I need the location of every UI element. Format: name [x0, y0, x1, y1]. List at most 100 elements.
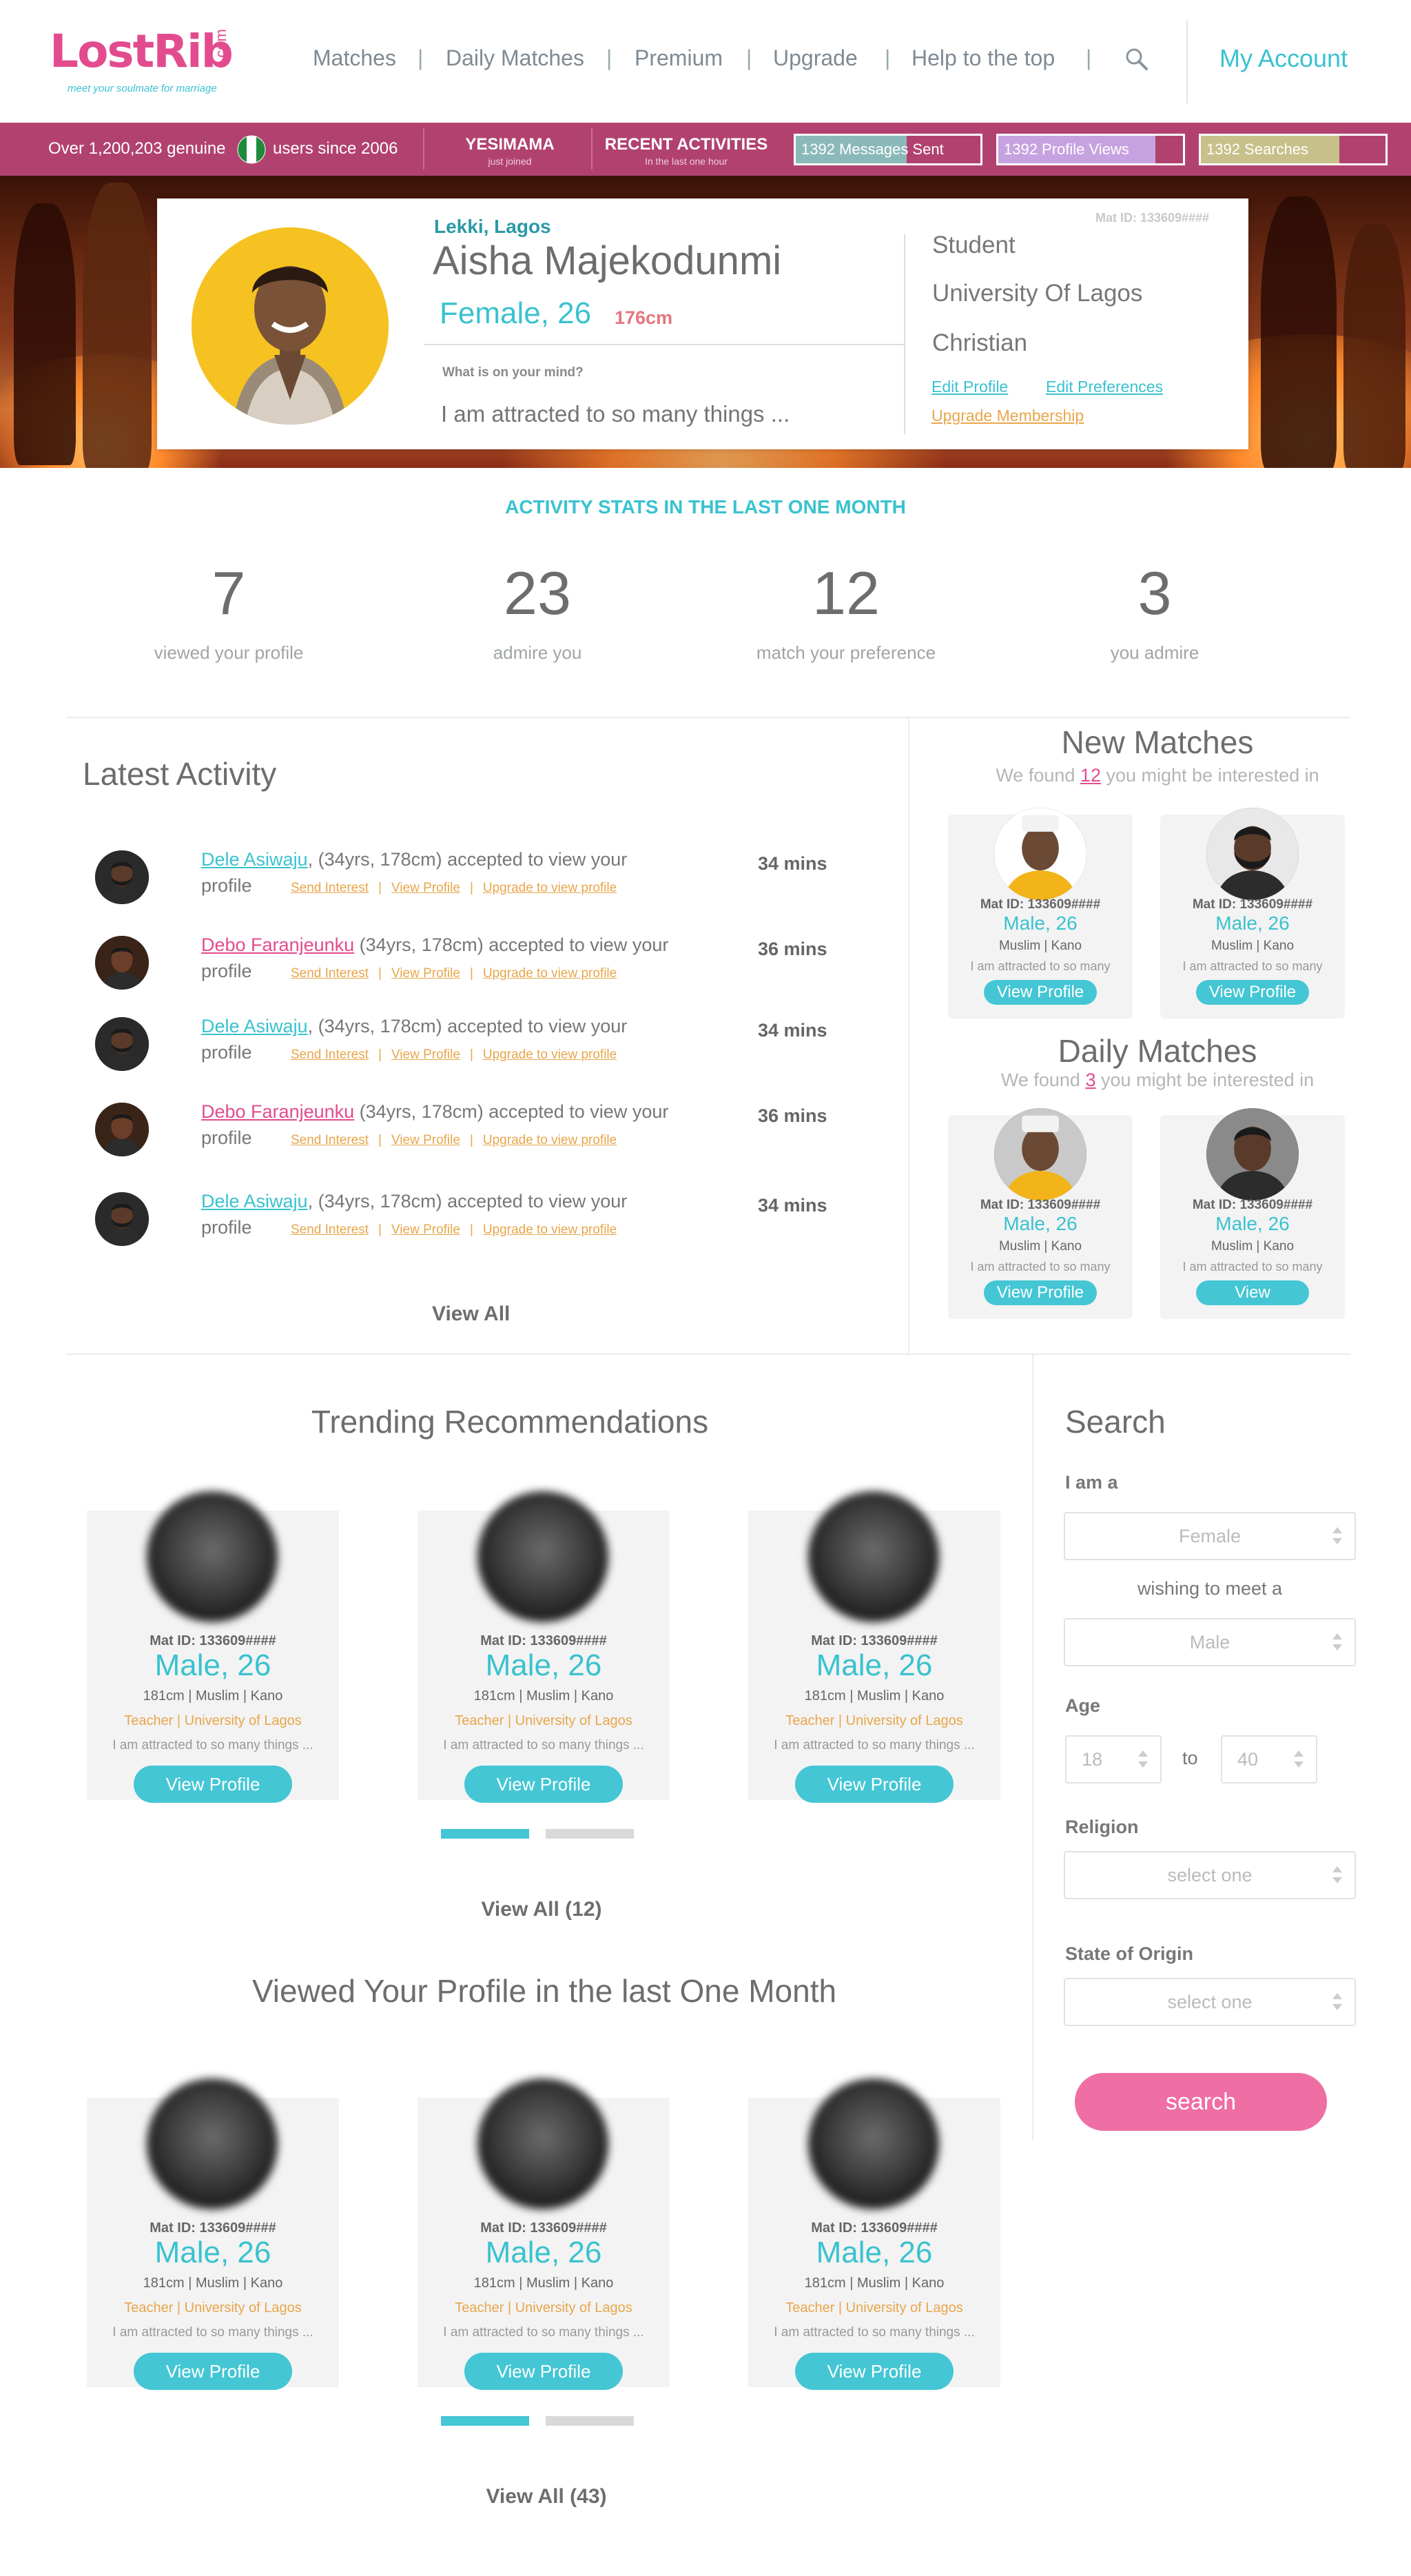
- activity-line: Debo Faranjeunku (34yrs, 178cm) accepted…: [201, 1101, 668, 1123]
- view-profile-button[interactable]: View Profile: [1196, 980, 1309, 1005]
- send-interest-link[interactable]: Send Interest: [291, 1223, 369, 1237]
- select-arrows-icon: [1332, 1990, 1342, 2014]
- view-profile-link[interactable]: View Profile: [391, 1047, 460, 1062]
- profile-avatar[interactable]: [192, 227, 389, 425]
- view-profile-button[interactable]: View Profile: [464, 1766, 623, 1803]
- view-profile-button[interactable]: View Profile: [134, 1766, 292, 1803]
- nav-help[interactable]: Help to the top: [912, 45, 1055, 71]
- activity-avatar[interactable]: [95, 936, 149, 990]
- search-button[interactable]: search: [1075, 2073, 1327, 2131]
- mind-input[interactable]: [441, 397, 813, 431]
- match-card: Mat ID: 133609#### Male, 26 Muslim | Kano I…: [1160, 808, 1345, 1019]
- view-profile-button[interactable]: View Profile: [795, 1766, 954, 1803]
- card-gender-age: Male, 26: [154, 1648, 271, 1682]
- activity-avatar[interactable]: [95, 1192, 149, 1246]
- card-gender-age: Male, 26: [485, 1648, 602, 1682]
- send-interest-link[interactable]: Send Interest: [291, 1133, 369, 1147]
- search-icon[interactable]: [1123, 45, 1151, 73]
- action-separator: |: [378, 1047, 382, 1062]
- activity-text: , (34yrs, 178cm) accepted to view your: [307, 1191, 628, 1212]
- blurred-profile-photo[interactable]: [808, 2078, 939, 2209]
- match-card: Mat ID: 133609#### Male, 26 Muslim | Kano I…: [948, 1108, 1133, 1319]
- age-to-select[interactable]: 40: [1221, 1735, 1317, 1783]
- nav-matches[interactable]: Matches: [313, 45, 396, 71]
- edit-profile-link[interactable]: Edit Profile: [931, 378, 1008, 396]
- activity-user-link[interactable]: Dele Asiwaju: [201, 1191, 308, 1212]
- blurred-profile-photo[interactable]: [477, 2078, 608, 2209]
- viewed-view-all[interactable]: View All (43): [0, 2485, 1093, 2508]
- profile-card: Mat ID: 133609#### Male, 26 181cm | Muslim…: [87, 1491, 339, 1803]
- activity-actions: Send Interest | View Profile | Upgrade to vi…: [291, 1223, 617, 1238]
- upgrade-membership-link[interactable]: Upgrade Membership: [931, 407, 1084, 425]
- carousel-dot[interactable]: [546, 2416, 634, 2426]
- nav-upgrade[interactable]: Upgrade: [773, 45, 858, 71]
- view-profile-button[interactable]: View Profile: [984, 1280, 1097, 1305]
- view-profile-button[interactable]: View Profile: [464, 2353, 623, 2390]
- carousel-dot[interactable]: [546, 1829, 634, 1839]
- religion-select[interactable]: select one: [1064, 1851, 1356, 1899]
- latest-view-all[interactable]: View All: [432, 1302, 510, 1326]
- edit-preferences-link[interactable]: Edit Preferences: [1046, 378, 1163, 396]
- nav-separator: |: [1086, 45, 1092, 70]
- match-photo[interactable]: [994, 1108, 1086, 1200]
- trending-view-all[interactable]: View All (12): [0, 1898, 1083, 1921]
- i-am-label: I am a: [1065, 1472, 1118, 1493]
- card-height-religion: 181cm | Muslim | Kano: [473, 1688, 614, 1704]
- match-mat-id: Mat ID: 133609####: [1192, 897, 1313, 912]
- view-profile-link[interactable]: View Profile: [391, 1133, 460, 1147]
- blurred-profile-photo[interactable]: [147, 1491, 278, 1622]
- blurred-profile-photo[interactable]: [147, 2078, 278, 2209]
- age-from-select[interactable]: 18: [1065, 1735, 1162, 1783]
- nav-premium[interactable]: Premium: [635, 45, 723, 71]
- activity-user-link[interactable]: Dele Asiwaju: [201, 849, 308, 870]
- just-joined-name[interactable]: YESIMAMA: [441, 135, 579, 154]
- view-profile-link[interactable]: View Profile: [391, 1223, 460, 1237]
- activity-user-link[interactable]: Debo Faranjeunku: [201, 934, 354, 955]
- activity-avatar[interactable]: [95, 1103, 149, 1156]
- searches-text: 1392 Searches: [1206, 141, 1308, 158]
- send-interest-link[interactable]: Send Interest: [291, 966, 369, 981]
- view-profile-link[interactable]: View Profile: [391, 966, 460, 981]
- view-profile-button[interactable]: View Profile: [984, 980, 1097, 1005]
- activity-user-link[interactable]: Debo Faranjeunku: [201, 1101, 354, 1122]
- view-profile-button[interactable]: View Profile: [795, 2353, 954, 2390]
- profile-views-text: 1392 Profile Views: [1004, 141, 1129, 158]
- blurred-profile-photo[interactable]: [808, 1491, 939, 1622]
- nav-separator: |: [885, 45, 891, 70]
- dancer-figure: [1261, 196, 1337, 468]
- match-about: I am attracted to so many: [1182, 1260, 1323, 1274]
- my-account-link[interactable]: My Account: [1219, 44, 1348, 73]
- view-profile-link[interactable]: View Profile: [391, 881, 460, 895]
- carousel-dot-active[interactable]: [441, 2416, 529, 2426]
- profile-views-box: 1392 Profile Views: [996, 134, 1185, 165]
- activity-user-link[interactable]: Dele Asiwaju: [201, 1016, 308, 1036]
- carousel-dot-active[interactable]: [441, 1829, 529, 1839]
- state-select[interactable]: select one: [1064, 1978, 1356, 2026]
- match-photo[interactable]: [1206, 808, 1299, 900]
- gender-select[interactable]: Female: [1064, 1512, 1356, 1560]
- card-about: I am attracted to so many things ...: [774, 1738, 975, 1752]
- activity-avatar[interactable]: [95, 850, 149, 904]
- upgrade-to-view-link[interactable]: Upgrade to view profile: [483, 1133, 617, 1147]
- activity-avatar[interactable]: [95, 1017, 149, 1071]
- card-gender-age: Male, 26: [154, 2236, 271, 2269]
- logo[interactable]: LostRib .com meet your soulmate for marr…: [50, 25, 234, 101]
- upgrade-to-view-link[interactable]: Upgrade to view profile: [483, 881, 617, 895]
- nav-daily-matches[interactable]: Daily Matches: [446, 45, 584, 71]
- profile-card: Mat ID: 133609#### Male, 26 181cm | Muslim…: [418, 2078, 670, 2390]
- new-matches-count[interactable]: 12: [1080, 765, 1101, 786]
- view-profile-button[interactable]: View Profile: [134, 2353, 292, 2390]
- select-arrows-icon: [1138, 1748, 1148, 1771]
- upgrade-to-view-link[interactable]: Upgrade to view profile: [483, 1223, 617, 1237]
- match-photo[interactable]: [1206, 1108, 1299, 1200]
- card-height-religion: 181cm | Muslim | Kano: [143, 1688, 283, 1704]
- send-interest-link[interactable]: Send Interest: [291, 1047, 369, 1062]
- upgrade-to-view-link[interactable]: Upgrade to view profile: [483, 1047, 617, 1062]
- send-interest-link[interactable]: Send Interest: [291, 881, 369, 895]
- match-photo[interactable]: [994, 808, 1086, 900]
- seeking-select[interactable]: Male: [1064, 1618, 1356, 1666]
- view-profile-button[interactable]: View: [1196, 1280, 1309, 1305]
- upgrade-to-view-link[interactable]: Upgrade to view profile: [483, 966, 617, 981]
- blurred-profile-photo[interactable]: [477, 1491, 608, 1622]
- daily-matches-count[interactable]: 3: [1085, 1070, 1095, 1090]
